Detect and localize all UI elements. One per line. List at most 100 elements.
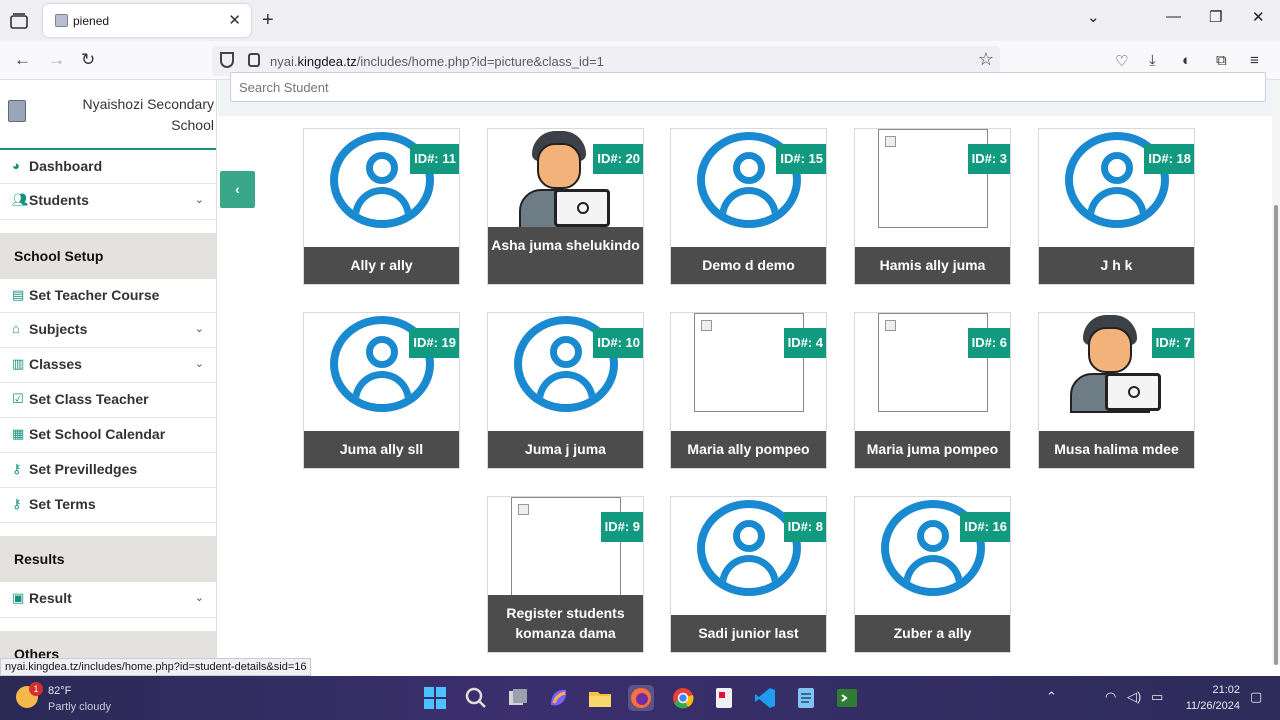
clock-date: 11/26/2024 (1185, 700, 1240, 712)
notifications-bell-icon[interactable]: ▢ (1250, 689, 1262, 705)
sidebar-item-students[interactable]: 👥︎ Students ⌄ (0, 184, 216, 220)
taskbar-clock[interactable]: 21:02 11/26/2024 (1186, 682, 1240, 714)
search-student-input[interactable] (230, 72, 1266, 102)
downloads-icon[interactable]: ⤓ (1149, 52, 1156, 69)
insecure-lock-icon[interactable] (248, 53, 260, 67)
minimize-icon[interactable]: — (1166, 8, 1181, 25)
student-name[interactable]: Musa halima mdee (1039, 431, 1194, 468)
sidebar-item-set-class-teacher[interactable]: ☑ Set Class Teacher (0, 383, 216, 418)
bookmark-star-icon[interactable]: ☆ (978, 49, 994, 70)
student-name[interactable]: Ally r ally (304, 247, 459, 284)
bank-icon: ⌂ (12, 321, 20, 336)
sidebar-toggle-button[interactable]: ‹ (220, 171, 255, 208)
student-card[interactable]: ID#: 9 Register students komanza dama (487, 496, 644, 653)
browser-tab-strip: piened ✕ + ⌄ — ❐ ✕ (0, 0, 1280, 41)
chrome-icon[interactable] (670, 685, 696, 711)
tab-overflow-chevron-icon[interactable]: ⌄ (1087, 8, 1100, 26)
restore-icon[interactable]: ❐ (1209, 8, 1222, 26)
student-name[interactable]: Register students komanza dama (488, 595, 643, 652)
sidebar-item-label: Subjects (29, 321, 88, 337)
student-name[interactable]: Juma j juma (488, 431, 643, 468)
student-card[interactable]: ID#: 16 Zuber a ally (854, 496, 1011, 653)
student-card[interactable]: ID#: 11 Ally r ally (303, 128, 460, 285)
reload-icon[interactable]: ↻ (81, 50, 95, 70)
student-id-badge: ID#: 20 (593, 144, 643, 174)
student-name[interactable]: Maria juma pompeo (855, 431, 1010, 468)
student-card[interactable]: ID#: 3 Hamis ally juma (854, 128, 1011, 285)
student-name[interactable]: Demo d demo (671, 247, 826, 284)
pocket-icon[interactable]: ♡ (1115, 52, 1128, 70)
student-card[interactable]: ID#: 18 J h k (1038, 128, 1195, 285)
student-name[interactable]: Sadi junior last (671, 615, 826, 652)
student-id-badge: ID#: 15 (776, 144, 826, 174)
student-card[interactable]: ID#: 19 Juma ally sll (303, 312, 460, 469)
wifi-icon[interactable]: ◠ (1105, 689, 1116, 705)
snipping-tool-icon[interactable] (711, 685, 737, 711)
battery-icon[interactable]: ▭ (1151, 689, 1163, 705)
student-card[interactable]: ID#: 7 Musa halima mdee (1038, 312, 1195, 469)
tracking-shield-icon[interactable] (220, 52, 234, 68)
student-id-badge: ID#: 6 (967, 328, 1010, 358)
tab-list-icon[interactable] (8, 10, 30, 32)
key-icon: ⚷ (12, 496, 22, 511)
firefox-icon[interactable] (628, 685, 654, 711)
app-menu-icon[interactable]: ≡ (1250, 52, 1259, 69)
school-logo-icon (8, 100, 26, 122)
id-card-icon: ▣ (12, 590, 25, 605)
student-name[interactable]: Maria ally pompeo (671, 431, 826, 468)
url-text[interactable]: nyai.kingdea.tz/includes/home.php?id=pic… (270, 54, 604, 69)
users-icon: 👥︎ (12, 192, 29, 207)
sidebar-item-set-previlledges[interactable]: ⚷ Set Previlledges (0, 453, 216, 488)
status-bar-url: nyai.kingdea.tz/includes/home.php?id=stu… (0, 658, 312, 676)
sidebar-item-subjects[interactable]: ⌂ Subjects ⌄ (0, 313, 216, 348)
student-card[interactable]: ID#: 4 Maria ally pompeo (670, 312, 827, 469)
student-id-badge: ID#: 18 (1144, 144, 1194, 174)
student-name[interactable]: Asha juma shelukindo (488, 227, 643, 284)
key-icon: ⚷ (12, 461, 22, 476)
vscode-icon[interactable] (752, 685, 778, 711)
section-heading-school-setup: School Setup (0, 233, 216, 279)
new-tab-icon[interactable]: + (262, 9, 274, 32)
student-name[interactable]: J h k (1039, 247, 1194, 284)
sidebar-item-set-teacher-course[interactable]: ▤ Set Teacher Course (0, 279, 216, 313)
tab-title: piened (73, 14, 110, 28)
terminal-icon[interactable] (834, 685, 860, 711)
tray-chevron-up-icon[interactable]: ⌃ (1046, 689, 1057, 705)
sidebar-item-dashboard[interactable]: ◕ Dashboard (0, 150, 216, 184)
chevron-down-icon: ⌄ (194, 592, 204, 604)
sidebar-item-set-terms[interactable]: ⚷ Set Terms (0, 488, 216, 523)
section-heading-others: Others (0, 631, 216, 660)
weather-temp: 82°F (48, 685, 72, 697)
student-id-badge: ID#: 16 (960, 512, 1010, 542)
student-name[interactable]: Juma ally sll (304, 431, 459, 468)
student-card[interactable]: ID#: 6 Maria juma pompeo (854, 312, 1011, 469)
sidebar-item-label: Set Class Teacher (29, 391, 149, 407)
notepad-icon[interactable] (793, 685, 819, 711)
scrollbar-thumb[interactable] (1274, 205, 1278, 665)
sidebar-brand[interactable]: Nyaishozi Secondary School (0, 80, 216, 150)
browser-tab[interactable]: piened ✕ (43, 4, 251, 37)
sidebar-item-label: Dashboard (29, 158, 103, 174)
copilot-icon[interactable] (546, 685, 572, 711)
forward-icon[interactable]: → (48, 50, 65, 70)
student-card[interactable]: ID#: 10 Juma j juma (487, 312, 644, 469)
search-icon[interactable] (463, 685, 489, 711)
sidebar-item-set-school-calendar[interactable]: ▦ Set School Calendar (0, 418, 216, 453)
sidebar-item-classes[interactable]: ▥ Classes ⌄ (0, 348, 216, 383)
student-name[interactable]: Hamis ally juma (855, 247, 1010, 284)
file-explorer-icon[interactable] (587, 685, 613, 711)
page-scrollbar[interactable] (1272, 80, 1280, 665)
start-windows-icon[interactable] (422, 685, 448, 711)
back-icon[interactable]: ← (14, 50, 31, 70)
account-icon[interactable]: ◐ (1182, 52, 1191, 69)
window-close-icon[interactable]: ✕ (1252, 8, 1265, 26)
student-name[interactable]: Zuber a ally (855, 615, 1010, 652)
sidebar-item-result[interactable]: ▣ Result ⌄ (0, 582, 216, 618)
student-card[interactable]: ID#: 20 Asha juma shelukindo (487, 128, 644, 285)
student-card[interactable]: ID#: 15 Demo d demo (670, 128, 827, 285)
task-view-icon[interactable] (505, 685, 531, 711)
volume-icon[interactable]: ◁) (1127, 689, 1141, 705)
tab-close-icon[interactable]: ✕ (228, 11, 241, 29)
extensions-icon[interactable]: ⧉ (1216, 52, 1227, 69)
student-card[interactable]: ID#: 8 Sadi junior last (670, 496, 827, 653)
